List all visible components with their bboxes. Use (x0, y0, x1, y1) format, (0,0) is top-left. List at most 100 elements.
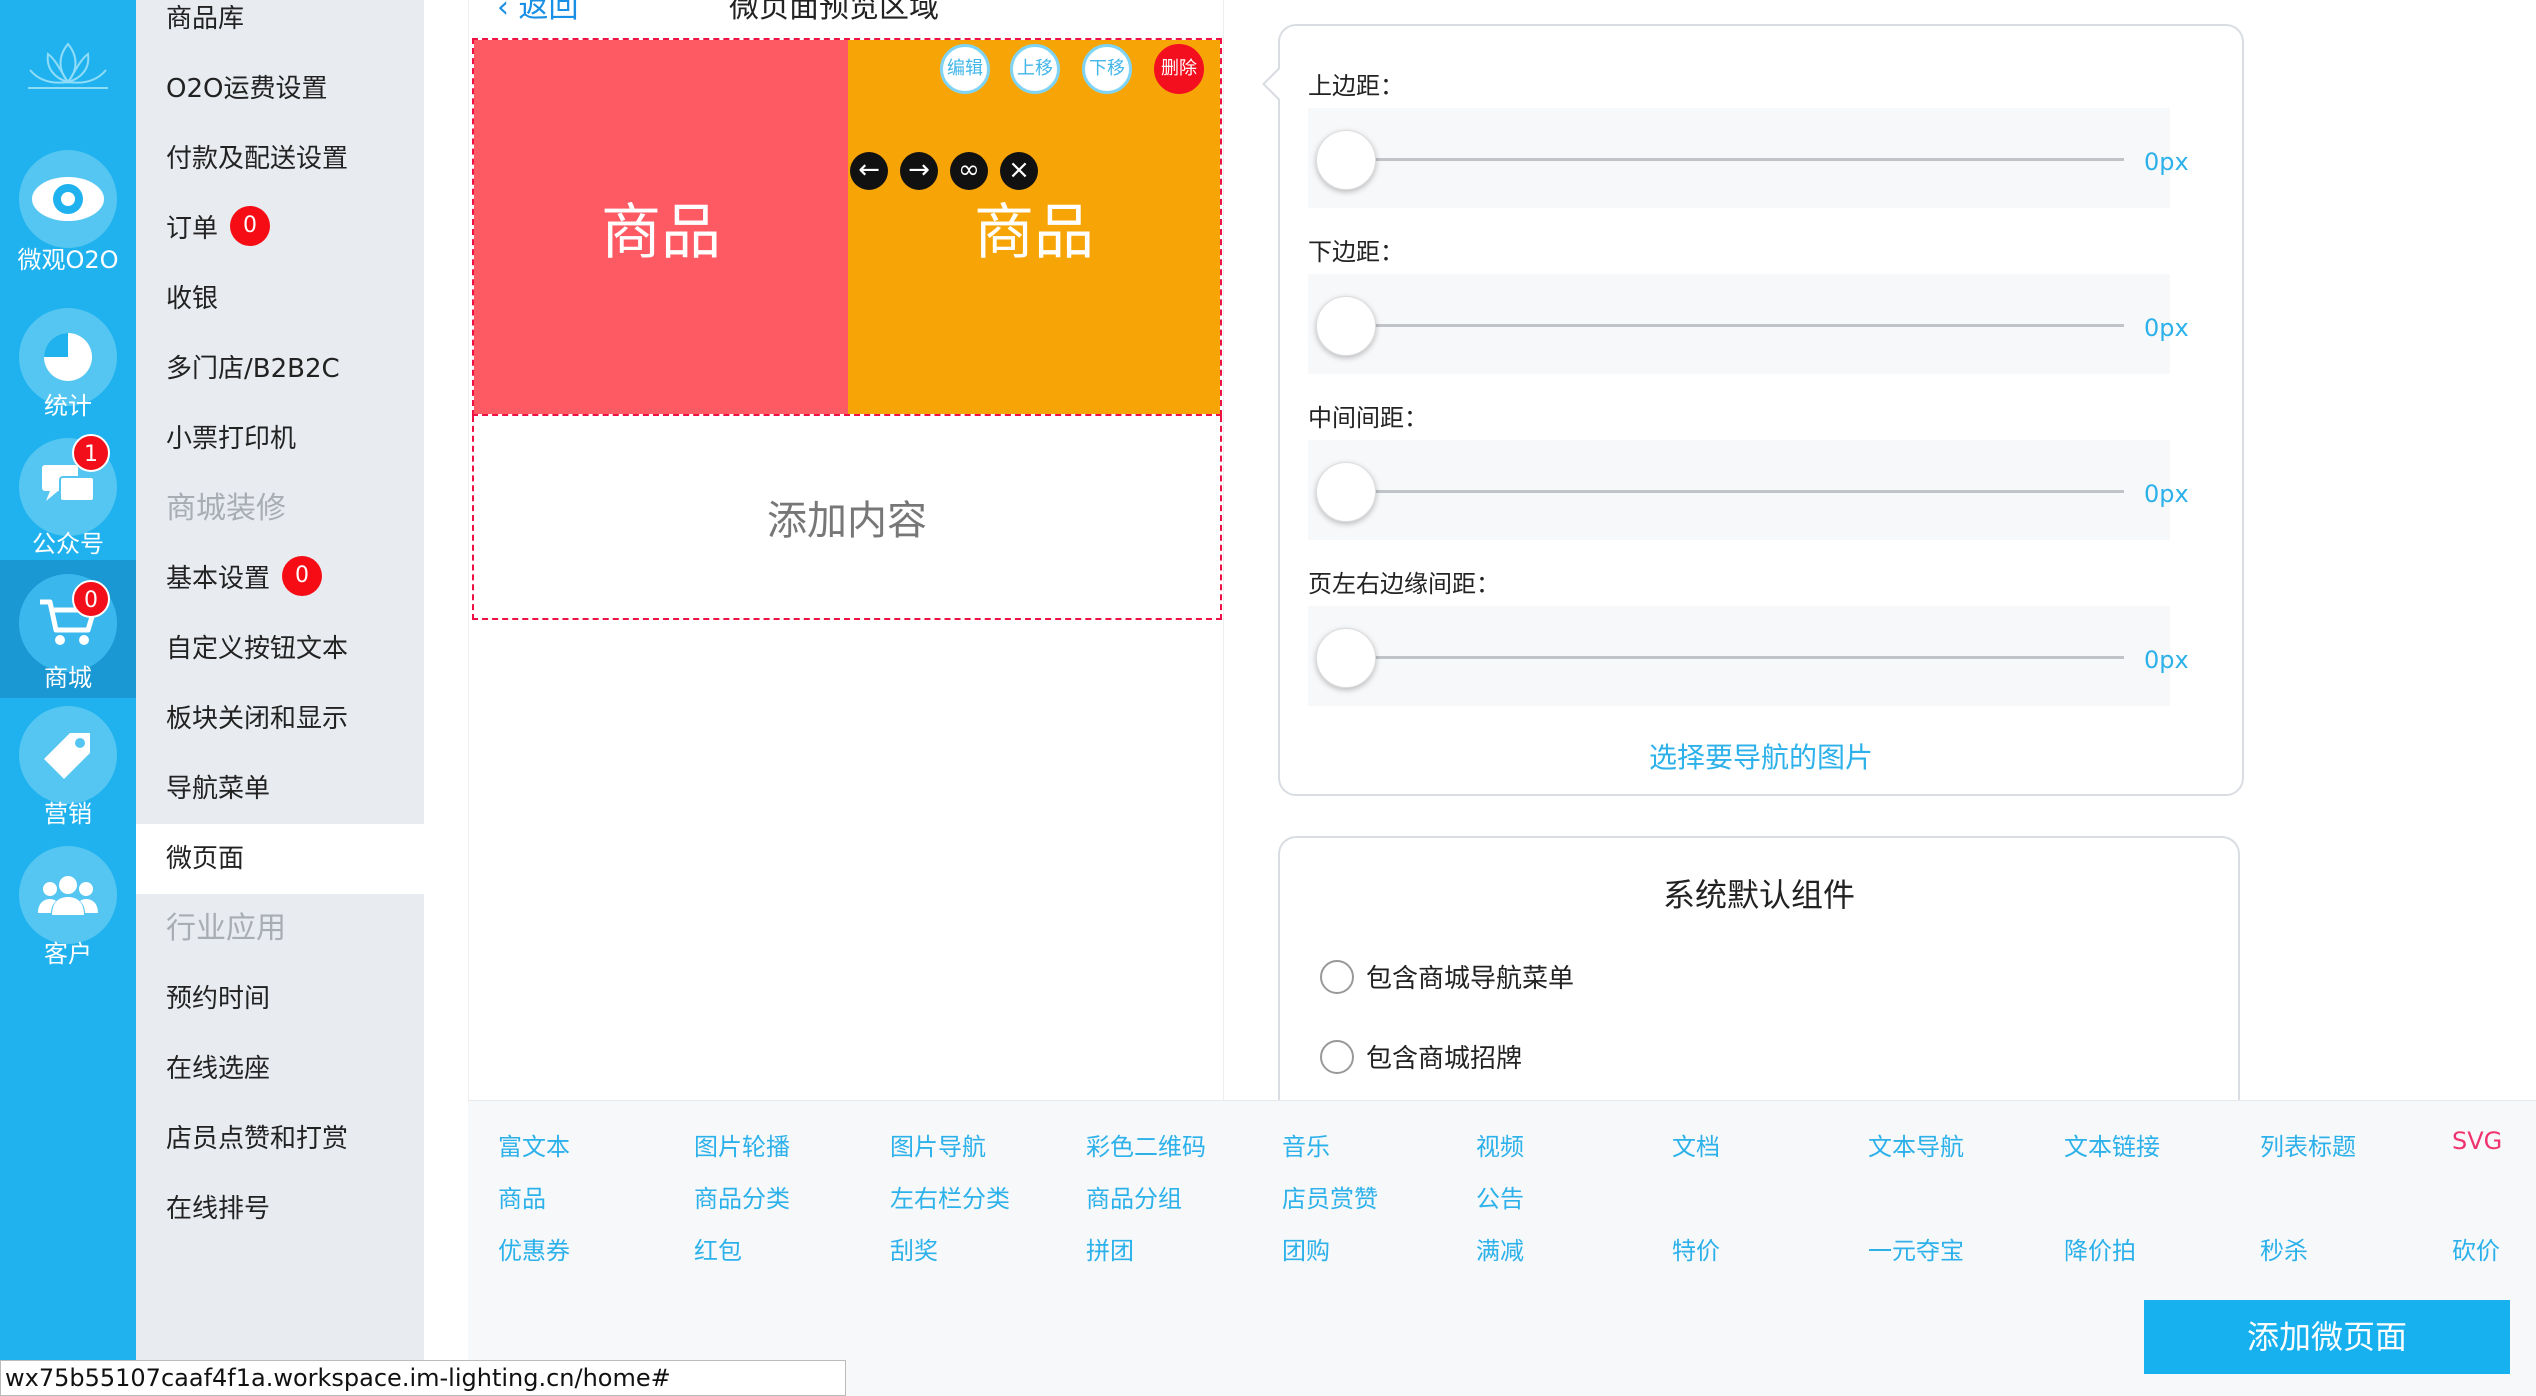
back-link[interactable]: ‹ 返回 (497, 0, 579, 26)
menu-item-label: 微页面 (166, 844, 245, 874)
component-price-drop-auction[interactable]: 降价拍 (2064, 1231, 2136, 1266)
image-nav-widget[interactable]: 商品 商品 编辑 上移 下移 删除 ← → ∞ × (472, 38, 1222, 416)
component-staff-reward[interactable]: 店员赏赞 (1282, 1179, 1378, 1214)
menu-item-orders[interactable]: 订单 0 (136, 194, 424, 264)
component-special-price[interactable]: 特价 (1672, 1231, 1720, 1266)
menu-item-o2o-shipping[interactable]: O2O运费设置 (136, 54, 424, 124)
move-down-button[interactable]: 下移 (1082, 44, 1132, 94)
rail-item-marketing[interactable]: 营销 (0, 706, 136, 844)
slider-thumb[interactable] (1316, 296, 1376, 356)
slider-track[interactable] (1344, 324, 2124, 327)
radio-button[interactable] (1320, 1039, 1354, 1074)
component-image-nav[interactable]: 图片导航 (890, 1127, 986, 1162)
menu-item-label: 基本设置 (166, 564, 271, 594)
component-team-purchase[interactable]: 团购 (1282, 1231, 1330, 1266)
panel-title: 系统默认组件 (1662, 876, 1855, 914)
menu-item-label: 在线选座 (166, 1054, 271, 1084)
menu-item-basic-settings[interactable]: 基本设置 0 (136, 544, 424, 614)
rail-item-o2o[interactable]: 微观O2O (0, 140, 136, 278)
rail-badge: 1 (72, 434, 110, 472)
component-product-category[interactable]: 商品分类 (694, 1179, 790, 1214)
component-scratch-card[interactable]: 刮奖 (890, 1231, 938, 1266)
component-rich-text[interactable]: 富文本 (498, 1127, 570, 1162)
product-tile-right[interactable]: 商品 (848, 40, 1220, 414)
menu-item-label: 付款及配送设置 (166, 144, 349, 174)
rail-label: 公众号 (32, 530, 104, 558)
component-one-yuan-treasure[interactable]: 一元夺宝 (1868, 1231, 1964, 1266)
slider-label: 下边距： (1308, 238, 1404, 266)
radio-button[interactable] (1320, 959, 1354, 994)
menu-item-online-seat[interactable]: 在线选座 (136, 1034, 424, 1104)
component-notice[interactable]: 公告 (1476, 1179, 1524, 1214)
move-up-button[interactable]: 上移 (1010, 44, 1060, 94)
slider-row: 0px (1308, 108, 2189, 208)
slider-thumb[interactable] (1316, 628, 1376, 688)
rail-label: 微观O2O (17, 246, 119, 274)
arrow-right-icon[interactable]: → (900, 152, 938, 190)
component-color-qrcode[interactable]: 彩色二维码 (1086, 1127, 1206, 1162)
menu-item-booking-time[interactable]: 预约时间 (136, 964, 424, 1034)
menu-item-block-visibility[interactable]: 板块关闭和显示 (136, 684, 424, 754)
menu-section-mall-decoration: 商城装修 (136, 474, 424, 544)
include-nav-menu-option[interactable]: 包含商城导航菜单 (1320, 958, 1574, 995)
menu-item-online-queue[interactable]: 在线排号 (136, 1174, 424, 1244)
component-text-link[interactable]: 文本链接 (2064, 1127, 2160, 1162)
menu-item-cashier[interactable]: 收银 (136, 264, 424, 334)
settings-count-badge: 0 (282, 555, 323, 596)
component-bargain[interactable]: 砍价 (2452, 1231, 2500, 1266)
slider-value: 0px (2144, 480, 2189, 508)
add-content-area[interactable]: 添加内容 (472, 416, 1222, 620)
component-list-title[interactable]: 列表标题 (2260, 1127, 2356, 1162)
component-red-packet[interactable]: 红包 (694, 1231, 742, 1266)
edit-button[interactable]: 编辑 (940, 44, 990, 94)
close-icon[interactable]: × (1000, 152, 1038, 190)
slider-track[interactable] (1344, 490, 2124, 493)
option-label: 包含商城招牌 (1366, 1044, 1523, 1074)
sub-menu: 商品库 O2O运费设置 付款及配送设置 订单 0 收银 多门店/B2B2C 小票打… (136, 0, 424, 1396)
slider-track[interactable] (1344, 158, 2124, 161)
slider-label: 上边距： (1308, 72, 1404, 100)
menu-item-label: 导航菜单 (166, 774, 271, 804)
menu-item-multi-store[interactable]: 多门店/B2B2C (136, 334, 424, 404)
component-document[interactable]: 文档 (1672, 1127, 1720, 1162)
product-tile-left[interactable]: 商品 (474, 40, 848, 414)
delete-button[interactable]: 删除 (1154, 44, 1204, 94)
arrow-left-icon[interactable]: ← (850, 152, 888, 190)
menu-item-custom-button-text[interactable]: 自定义按钮文本 (136, 614, 424, 684)
slider-row: 0px (1308, 606, 2189, 706)
add-micro-page-button[interactable]: 添加微页面 (2144, 1300, 2510, 1374)
rail-item-mall[interactable]: 0 商城 (0, 560, 136, 698)
slider-thumb[interactable] (1316, 462, 1376, 522)
menu-item-micro-page[interactable]: 微页面 (136, 824, 424, 894)
component-product[interactable]: 商品 (498, 1179, 546, 1214)
menu-item-nav-menu[interactable]: 导航菜单 (136, 754, 424, 824)
component-full-reduction[interactable]: 满减 (1476, 1231, 1524, 1266)
rail-item-wechat[interactable]: 1 公众号 (0, 434, 136, 576)
component-flash-sale[interactable]: 秒杀 (2260, 1231, 2308, 1266)
component-video[interactable]: 视频 (1476, 1127, 1524, 1162)
slider-row: 0px (1308, 440, 2189, 540)
component-svg[interactable]: SVG (2452, 1127, 2502, 1155)
preview-title: 微页面预览区域 (729, 0, 939, 25)
slider-value: 0px (2144, 646, 2189, 674)
include-store-sign-option[interactable]: 包含商城招牌 (1320, 1038, 1522, 1075)
choose-nav-image-link[interactable]: 选择要导航的图片 (1280, 736, 2242, 776)
infinity-icon[interactable]: ∞ (950, 152, 988, 190)
component-split-category[interactable]: 左右栏分类 (890, 1179, 1010, 1214)
lotus-logo-icon (28, 42, 108, 89)
component-text-nav[interactable]: 文本导航 (1868, 1127, 1964, 1162)
component-group-buy[interactable]: 拼团 (1086, 1231, 1134, 1266)
rail-item-customers[interactable]: 客户 (0, 846, 136, 984)
component-product-group[interactable]: 商品分组 (1086, 1179, 1182, 1214)
menu-item-payment-delivery[interactable]: 付款及配送设置 (136, 124, 424, 194)
component-image-carousel[interactable]: 图片轮播 (694, 1127, 790, 1162)
slider-thumb[interactable] (1316, 130, 1376, 190)
slider-track[interactable] (1344, 656, 2124, 659)
component-music[interactable]: 音乐 (1282, 1127, 1330, 1162)
menu-item-label: 商品库 (166, 4, 245, 34)
component-coupon[interactable]: 优惠券 (498, 1231, 570, 1266)
menu-item-staff-tips[interactable]: 店员点赞和打赏 (136, 1104, 424, 1174)
rail-item-stats[interactable]: 统计 (0, 298, 136, 436)
menu-item-receipt-printer[interactable]: 小票打印机 (136, 404, 424, 474)
menu-item-product-library[interactable]: 商品库 (136, 0, 424, 54)
